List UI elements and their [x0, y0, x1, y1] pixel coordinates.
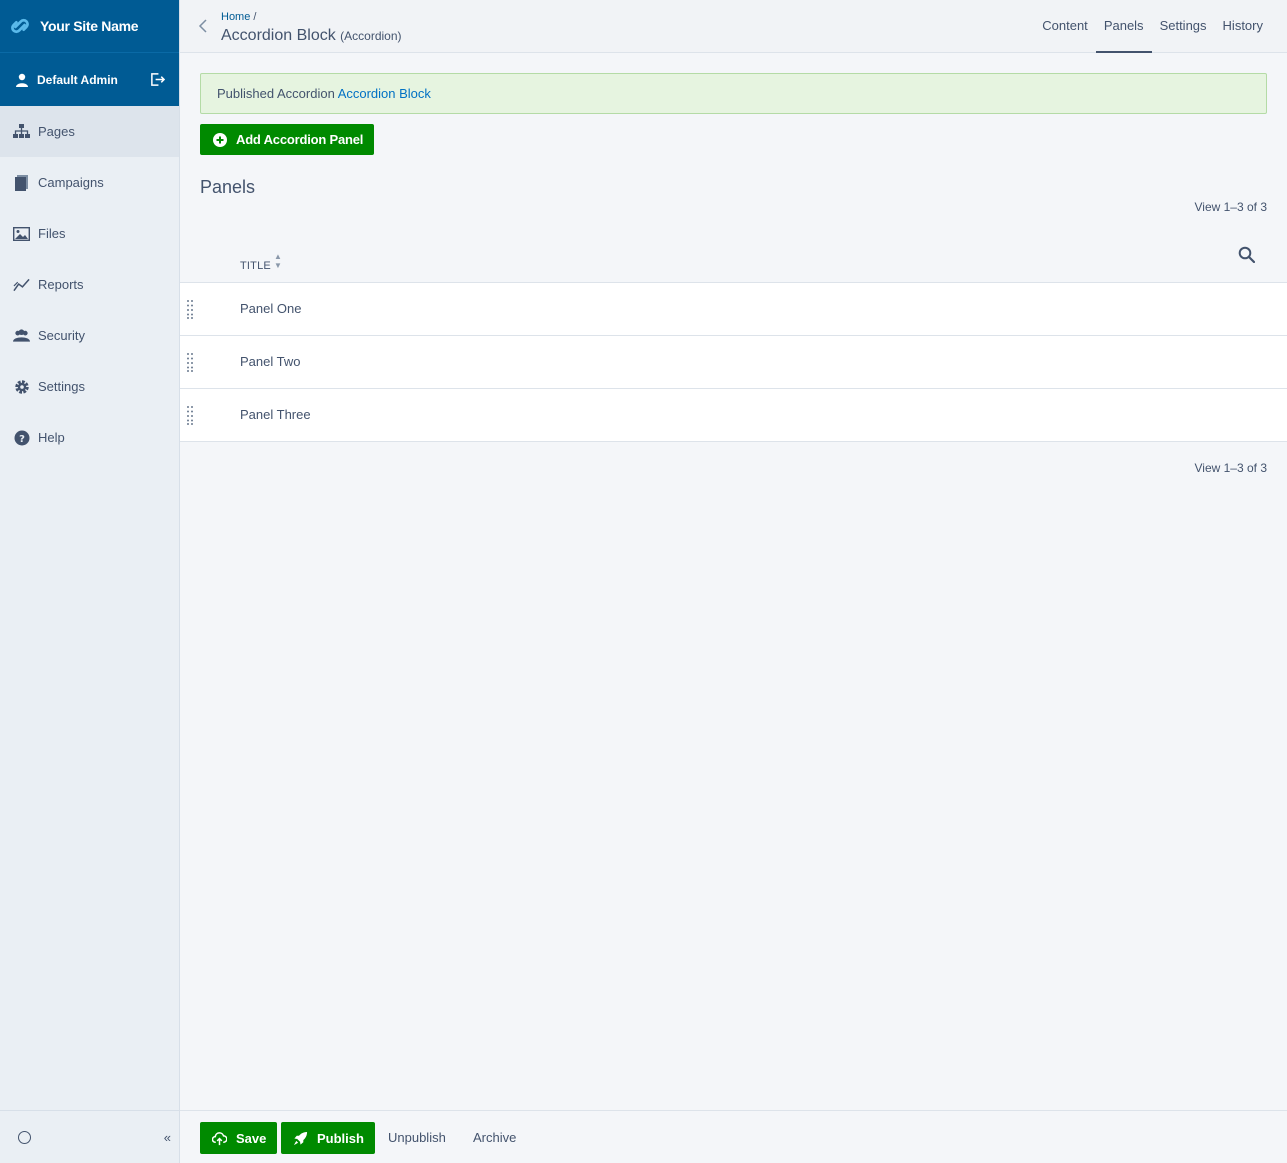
- page-title-text: Accordion Block: [221, 27, 336, 44]
- nav-label: Pages: [38, 124, 75, 139]
- sort-icon[interactable]: ▲ ▼: [274, 252, 282, 270]
- logout-icon[interactable]: [150, 72, 165, 87]
- drag-handle-icon[interactable]: [187, 300, 193, 319]
- save-label: Save: [236, 1130, 267, 1146]
- drag-handle-icon[interactable]: [187, 353, 193, 372]
- panels-grid: TITLE▲ ▼ Panel One Panel Two Panel Three: [180, 230, 1287, 442]
- tab-panels[interactable]: Panels: [1095, 0, 1152, 53]
- archive-button[interactable]: Archive: [473, 1130, 516, 1145]
- save-button[interactable]: Save: [200, 1122, 278, 1154]
- search-icon[interactable]: [1238, 246, 1255, 263]
- chevron-left-icon[interactable]: [197, 17, 209, 35]
- question-icon: ?: [13, 429, 30, 446]
- tab-settings[interactable]: Settings: [1152, 0, 1215, 53]
- gear-icon: [13, 378, 30, 395]
- table-row[interactable]: Panel One: [180, 283, 1287, 336]
- sitemap-icon: [13, 123, 30, 140]
- main-content: Published Accordion Accordion Block Add …: [180, 53, 1287, 1110]
- nav-label: Campaigns: [38, 175, 104, 190]
- table-row[interactable]: Panel Two: [180, 336, 1287, 389]
- breadcrumb-separator: /: [250, 11, 257, 23]
- pagination-count-top: View 1–3 of 3: [1194, 200, 1268, 214]
- nav-item-campaigns[interactable]: Campaigns: [0, 157, 179, 208]
- tab-history[interactable]: History: [1215, 0, 1271, 53]
- user-profile[interactable]: Default Admin: [0, 52, 179, 106]
- grid-header: TITLE▲ ▼: [180, 230, 1287, 283]
- site-name: Your Site Name: [40, 18, 139, 34]
- sidebar-footer: «: [0, 1110, 179, 1163]
- nav-label: Files: [38, 226, 66, 241]
- column-title-header[interactable]: TITLE▲ ▼: [240, 252, 282, 272]
- main-nav: Pages Campaigns Files Reports Security S…: [0, 106, 179, 463]
- page-type: (Accordion): [340, 29, 402, 43]
- add-button-label: Add Accordion Panel: [236, 132, 364, 147]
- plus-circle-icon: [213, 132, 227, 147]
- chart-line-icon: [13, 276, 30, 293]
- svg-text:?: ?: [19, 434, 25, 445]
- nav-item-settings[interactable]: Settings: [0, 361, 179, 412]
- nav-label: Help: [38, 430, 65, 445]
- nav-item-help[interactable]: ? Help: [0, 412, 179, 463]
- circle-icon: [18, 1130, 31, 1144]
- nav-label: Security: [38, 328, 85, 343]
- nav-item-reports[interactable]: Reports: [0, 259, 179, 310]
- add-accordion-panel-button[interactable]: Add Accordion Panel: [200, 124, 375, 155]
- nav-item-pages[interactable]: Pages: [0, 106, 179, 157]
- column-title-label: TITLE: [240, 260, 271, 272]
- row-title: Panel Three: [240, 407, 311, 422]
- image-icon: [13, 225, 30, 242]
- nav-label: Reports: [38, 277, 84, 292]
- row-title: Panel One: [240, 301, 302, 316]
- tab-content[interactable]: Content: [1034, 0, 1096, 53]
- page-title: Accordion Block (Accordion): [221, 27, 402, 45]
- page-header: Home / Accordion Block (Accordion) Conte…: [180, 0, 1287, 53]
- user-name: Default Admin: [37, 72, 118, 87]
- pagination-count-bottom: View 1–3 of 3: [1194, 461, 1268, 475]
- nav-label: Settings: [38, 379, 85, 394]
- silverstripe-logo-icon: [11, 18, 29, 34]
- unpublish-button[interactable]: Unpublish: [388, 1130, 446, 1145]
- campaigns-icon: [13, 174, 30, 191]
- alert-text: Published Accordion: [217, 86, 338, 101]
- row-title: Panel Two: [240, 354, 301, 369]
- publish-label: Publish: [317, 1130, 364, 1146]
- nav-item-files[interactable]: Files: [0, 208, 179, 259]
- nav-item-security[interactable]: Security: [0, 310, 179, 361]
- breadcrumb: Home /: [221, 11, 256, 23]
- user-icon: [16, 73, 28, 87]
- cloud-upload-icon: [212, 1131, 227, 1145]
- users-icon: [13, 327, 30, 344]
- drag-handle-icon[interactable]: [187, 406, 193, 425]
- alert-link[interactable]: Accordion Block: [338, 86, 431, 101]
- panels-heading: Panels: [200, 177, 256, 197]
- table-row[interactable]: Panel Three: [180, 389, 1287, 442]
- breadcrumb-home-link[interactable]: Home: [221, 11, 250, 23]
- header-tabs: Content Panels Settings History: [1034, 0, 1271, 53]
- success-alert: Published Accordion Accordion Block: [200, 73, 1267, 114]
- publish-button[interactable]: Publish: [281, 1122, 375, 1154]
- brand[interactable]: Your Site Name: [0, 0, 179, 52]
- sidebar: Your Site Name Default Admin Pages Campa…: [0, 0, 180, 1163]
- rocket-icon: [293, 1131, 308, 1145]
- action-toolbar: Save Publish Unpublish Archive: [180, 1110, 1287, 1163]
- collapse-sidebar-button[interactable]: «: [164, 1130, 171, 1145]
